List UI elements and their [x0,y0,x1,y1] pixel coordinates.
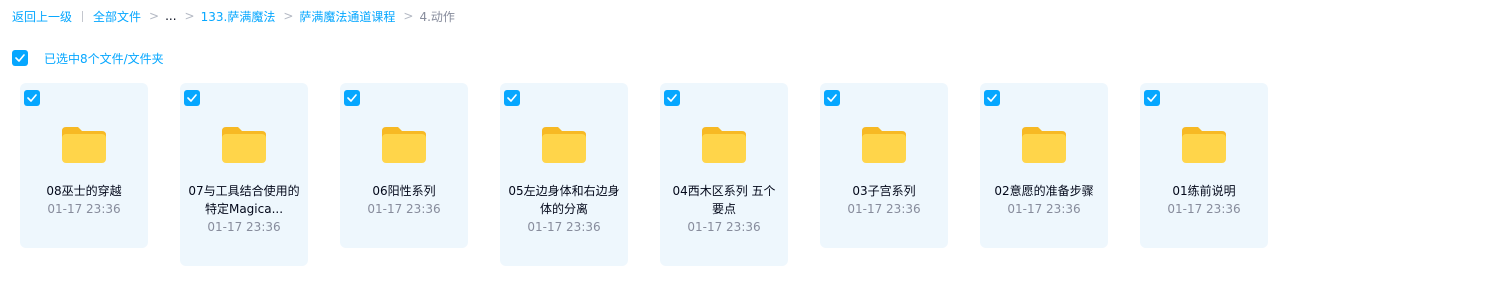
breadcrumb-item[interactable]: 萨满魔法通道课程 [299,8,395,25]
check-icon [1147,94,1157,102]
folder-card[interactable]: 04西木区系列 五个要点 01-17 23:36 [660,83,788,266]
folder-checkbox[interactable] [344,90,360,106]
folder-time: 01-17 23:36 [1007,202,1081,216]
check-icon [347,94,357,102]
chevron-right-icon: > [403,9,414,23]
check-icon [15,54,25,62]
breadcrumb-current: 4.动作 [419,9,455,24]
folder-card[interactable]: 06阳性系列 01-17 23:36 [340,83,468,248]
folder-card[interactable]: 01练前说明 01-17 23:36 [1140,83,1268,248]
folder-icon [222,127,266,163]
folder-icon [1182,127,1226,163]
chevron-right-icon: > [184,9,195,23]
folder-time: 01-17 23:36 [847,202,921,216]
folder-icon [382,127,426,163]
folder-checkbox[interactable] [824,90,840,106]
file-browser: 返回上一级 全部文件 > ... > 133.萨满魔法 > 萨满魔法通道课程 >… [0,0,1508,284]
folder-time: 01-17 23:36 [687,220,761,234]
folder-name: 07与工具结合使用的特定Magica... [188,184,300,216]
folder-time: 01-17 23:36 [207,220,281,234]
folder-icon [542,127,586,163]
folder-card[interactable]: 05左边身体和右边身体的分离 01-17 23:36 [500,83,628,266]
folder-checkbox[interactable] [504,90,520,106]
folder-name: 01练前说明 [1172,184,1236,198]
folder-card[interactable]: 08巫士的穿越 01-17 23:36 [20,83,148,248]
check-icon [987,94,997,102]
folder-checkbox[interactable] [984,90,1000,106]
folder-name: 08巫士的穿越 [46,184,122,198]
folder-checkbox[interactable] [664,90,680,106]
folder-time: 01-17 23:36 [527,220,601,234]
folder-time: 01-17 23:36 [367,202,441,216]
folder-checkbox[interactable] [24,90,40,106]
folder-name: 05左边身体和右边身体的分离 [508,184,620,216]
folder-icon [702,127,746,163]
folder-name: 04西木区系列 五个要点 [672,184,776,216]
folder-icon [62,127,106,163]
folder-time: 01-17 23:36 [1167,202,1241,216]
folder-name: 03子宫系列 [852,184,916,198]
breadcrumb-ellipsis[interactable]: ... [165,9,176,23]
back-link[interactable]: 返回上一级 [12,8,72,25]
folder-icon [1022,127,1066,163]
folder-name: 06阳性系列 [372,184,436,198]
folder-checkbox[interactable] [184,90,200,106]
check-icon [187,94,197,102]
check-icon [667,94,677,102]
folder-card[interactable]: 07与工具结合使用的特定Magica... 01-17 23:36 [180,83,308,266]
folder-name: 02意愿的准备步骤 [994,184,1094,198]
folder-card[interactable]: 02意愿的准备步骤 01-17 23:36 [980,83,1108,248]
folder-time: 01-17 23:36 [47,202,121,216]
folder-card[interactable]: 03子宫系列 01-17 23:36 [820,83,948,248]
check-icon [27,94,37,102]
check-icon [507,94,517,102]
selection-bar: 已选中8个文件/文件夹 [12,50,164,66]
breadcrumb-item[interactable]: 133.萨满魔法 [201,8,276,25]
folder-icon [862,127,906,163]
chevron-right-icon: > [283,9,294,23]
breadcrumb-divider [82,10,84,22]
breadcrumb: 返回上一级 全部文件 > ... > 133.萨满魔法 > 萨满魔法通道课程 >… [12,7,455,25]
breadcrumb-all-files[interactable]: 全部文件 [93,8,141,25]
select-all-checkbox[interactable] [12,50,28,66]
folder-checkbox[interactable] [1144,90,1160,106]
selection-count-text: 已选中8个文件/文件夹 [44,51,164,66]
check-icon [827,94,837,102]
chevron-right-icon: > [149,9,160,23]
